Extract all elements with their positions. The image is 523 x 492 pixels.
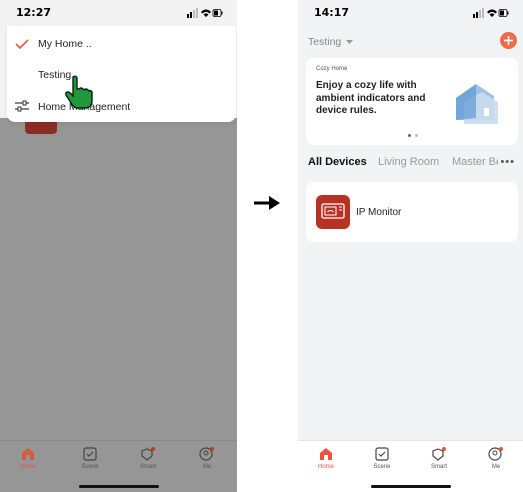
- monitor-icon: [316, 195, 350, 229]
- caret-down-icon: [346, 40, 354, 44]
- status-icons: [187, 8, 223, 18]
- banner-text: Enjoy a cozy life with ambient indicator…: [316, 80, 426, 116]
- add-button[interactable]: [500, 32, 517, 49]
- tab-label: Scene: [81, 464, 99, 470]
- home-icon: [320, 448, 332, 460]
- hand-cursor-icon: [65, 75, 93, 109]
- dimmed-background[interactable]: [0, 118, 237, 492]
- right-arrow-icon: [254, 196, 280, 210]
- banner-tag: Cozy Home: [316, 66, 348, 72]
- plus-icon: [504, 36, 513, 45]
- bottom-tab-bar: Home Scene Smart Me: [298, 440, 523, 492]
- bottom-tab-bar: Home Scene Smart Me: [0, 440, 237, 492]
- profile-icon: [199, 447, 214, 461]
- device-name: IP Monitor: [356, 207, 402, 218]
- tab-label: Me: [491, 464, 501, 470]
- tab-label: Scene: [373, 464, 391, 470]
- home-icon: [22, 448, 34, 460]
- checkbox-icon: [375, 447, 389, 461]
- check-icon: [15, 39, 29, 49]
- cozy-home-banner[interactable]: Cozy Home Enjoy a cozy life with ambient…: [306, 58, 518, 145]
- status-time: 12:27: [16, 6, 52, 19]
- tab-smart[interactable]: Smart: [419, 447, 459, 470]
- device-icon-dimmed: [25, 120, 57, 134]
- tab-label: Smart: [430, 464, 447, 470]
- tab-scene[interactable]: Scene: [70, 447, 110, 470]
- tab-smart[interactable]: Smart: [128, 447, 168, 470]
- home-indicator: [370, 485, 451, 488]
- status-bar: 14:17: [298, 0, 523, 26]
- profile-icon: [488, 447, 503, 461]
- tab-label: Home: [19, 464, 36, 470]
- room-tabs: All Devices Living Room Master Be •••: [308, 156, 519, 172]
- tab-master-bedroom[interactable]: Master Be: [452, 156, 502, 168]
- carousel-dots: [408, 134, 420, 137]
- status-time: 14:17: [314, 6, 350, 19]
- tab-label: Smart: [139, 464, 156, 470]
- checkbox-icon: [83, 447, 97, 461]
- status-bar: 12:27: [0, 0, 237, 26]
- tab-living-room[interactable]: Living Room: [378, 156, 439, 168]
- tab-me[interactable]: Me: [476, 447, 516, 470]
- tab-all-devices[interactable]: All Devices: [308, 156, 367, 168]
- tab-home[interactable]: Home: [306, 447, 346, 470]
- house-illustration-icon: [456, 84, 498, 124]
- tab-me[interactable]: Me: [187, 447, 227, 470]
- device-card[interactable]: IP Monitor: [306, 182, 518, 242]
- smart-icon: [432, 447, 446, 461]
- left-phone-screen: 12:27 My Home .. Testing Home Management…: [0, 0, 237, 492]
- home-selector-label: Testing: [308, 36, 342, 48]
- status-icons: [473, 8, 509, 18]
- home-indicator: [78, 485, 159, 488]
- tab-home[interactable]: Home: [8, 447, 48, 470]
- home-switcher-dropdown: My Home .. Testing Home Management: [7, 26, 236, 122]
- smart-icon: [141, 447, 155, 461]
- dropdown-item-my-home[interactable]: My Home ..: [38, 38, 92, 50]
- tab-scene[interactable]: Scene: [362, 447, 402, 470]
- sliders-icon: [15, 100, 29, 112]
- tab-label: Home: [317, 464, 334, 470]
- more-icon[interactable]: •••: [498, 156, 515, 168]
- tab-label: Me: [202, 464, 212, 470]
- home-selector[interactable]: Testing: [308, 36, 354, 48]
- right-phone-screen: 14:17 Testing Cozy Home Enjoy a cozy lif…: [298, 0, 523, 492]
